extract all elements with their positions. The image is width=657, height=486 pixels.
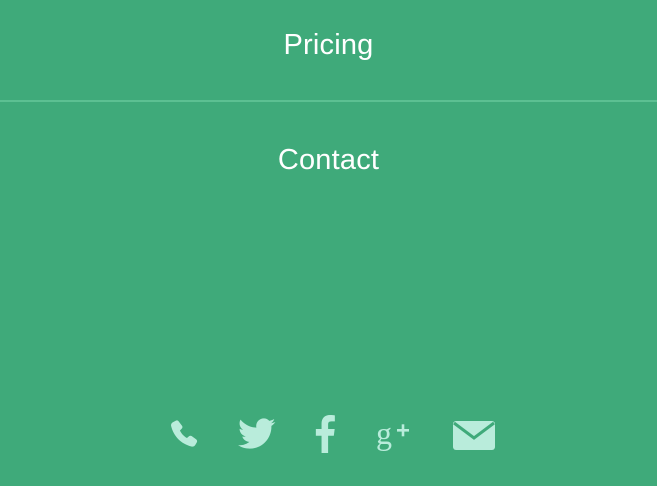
social-links: g: [0, 412, 657, 456]
svg-text:g: g: [376, 415, 392, 451]
twitter-icon[interactable]: [236, 412, 278, 456]
mobile-nav-menu: Pricing Contact g: [0, 0, 657, 486]
menu-item-contact[interactable]: Contact: [0, 140, 657, 180]
menu-item-pricing[interactable]: Pricing: [0, 25, 657, 65]
mail-icon[interactable]: [450, 412, 498, 456]
google-plus-icon[interactable]: g: [374, 412, 418, 456]
phone-icon[interactable]: [164, 412, 204, 456]
facebook-icon[interactable]: [310, 412, 340, 456]
menu-divider: [0, 100, 657, 102]
